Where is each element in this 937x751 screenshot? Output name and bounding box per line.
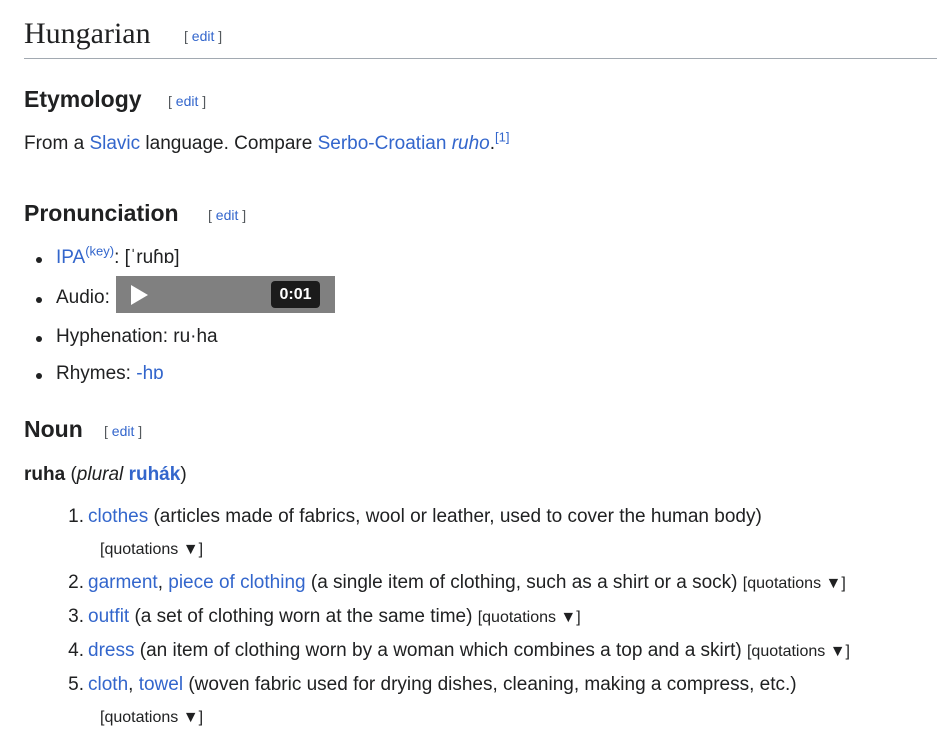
quotations-toggle-4[interactable]: [quotations ▼] [747,643,850,660]
plural-label: plural [76,464,124,485]
noun-heading: Noun [24,414,83,444]
hyphenation-text: Hyphenation: ru·ha [56,326,218,347]
sense-number: 1. [68,506,84,527]
audio-label: Audio: [56,287,110,308]
sense-comma: , [157,572,169,593]
noun-edit-section: [ edit ] [104,423,143,439]
serbo-croatian-link[interactable]: Serbo-Croatian [318,133,447,154]
bullet-dot [36,373,42,379]
sense-link-piece-of-clothing[interactable]: piece of clothing [168,572,305,593]
sense-number: 3. [68,606,84,627]
bullet-dot [36,297,42,303]
headword: ruha [24,464,66,485]
audio-player[interactable]: 0:01 [116,276,335,313]
ipa-key-link[interactable]: (key) [85,244,114,259]
language-edit-link[interactable]: edit [192,28,215,44]
sense-gloss: (a set of clothing worn at the same time… [129,606,473,627]
etymology-middle: language. Compare [140,133,318,154]
sense-link-outfit[interactable]: outfit [88,606,129,627]
quotations-toggle-3[interactable]: [quotations ▼] [478,609,581,626]
audio-duration: 0:01 [271,281,320,308]
noun-edit-link[interactable]: edit [112,423,135,439]
quotations-toggle-1[interactable]: [quotations ▼] [100,539,203,561]
sense-number: 4. [68,640,84,661]
bullet-dot [36,257,42,263]
bullet-dot [36,336,42,342]
etymology-title: Etymology [24,86,142,112]
headword-line: ruha (plural ruhák) [24,462,187,488]
sense-gloss: (woven fabric used for drying dishes, cl… [183,674,797,695]
sense-gloss: (articles made of fabrics, wool or leath… [148,506,762,527]
sense-gloss: (an item of clothing worn by a woman whi… [134,640,742,661]
ipa-link[interactable]: IPA [56,247,85,268]
rhymes-link[interactable]: -hɒ [136,363,163,384]
sense-link-cloth[interactable]: cloth [88,674,128,695]
sense-link-clothes[interactable]: clothes [88,506,148,527]
play-icon[interactable] [131,285,148,305]
sense-comma: , [128,674,139,695]
ruho-link[interactable]: ruho [452,133,490,154]
headword-close-paren: ) [180,464,187,485]
sense-link-garment[interactable]: garment [88,572,158,593]
noun-title: Noun [24,416,83,442]
pronunciation-heading: Pronunciation [24,198,179,228]
sense-link-towel[interactable]: towel [139,674,183,695]
headword-open-paren: ( [65,464,77,485]
language-edit-section: [ edit ] [184,28,223,44]
plural-form-link[interactable]: ruhák [129,464,181,485]
quotations-toggle-2[interactable]: [quotations ▼] [743,575,846,592]
etymology-heading: Etymology [24,84,142,114]
pronunciation-edit-section: [ edit ] [208,207,247,223]
sense-number: 5. [68,674,84,695]
sense-number: 2. [68,572,84,593]
etymology-edit-link[interactable]: edit [176,93,199,109]
language-title: Hungarian [24,17,151,50]
quotations-toggle-5[interactable]: [quotations ▼] [100,707,203,729]
ipa-value: [ˈruɦɒ] [124,247,180,268]
slavic-link[interactable]: Slavic [89,133,140,154]
pronunciation-edit-link[interactable]: edit [216,207,239,223]
reference-1-link[interactable]: [1] [495,130,509,145]
pronunciation-title: Pronunciation [24,200,179,226]
rhymes-label: Rhymes: [56,363,137,384]
etymology-edit-section: [ edit ] [168,93,207,109]
etymology-prefix: From a [24,133,90,154]
etymology-text: From a Slavic language. Compare Serbo-Cr… [24,131,510,157]
language-heading: Hungarian [ edit ] [24,14,937,59]
sense-gloss: (a single item of clothing, such as a sh… [305,572,738,593]
ipa-colon: : [114,247,125,268]
sense-link-dress[interactable]: dress [88,640,134,661]
